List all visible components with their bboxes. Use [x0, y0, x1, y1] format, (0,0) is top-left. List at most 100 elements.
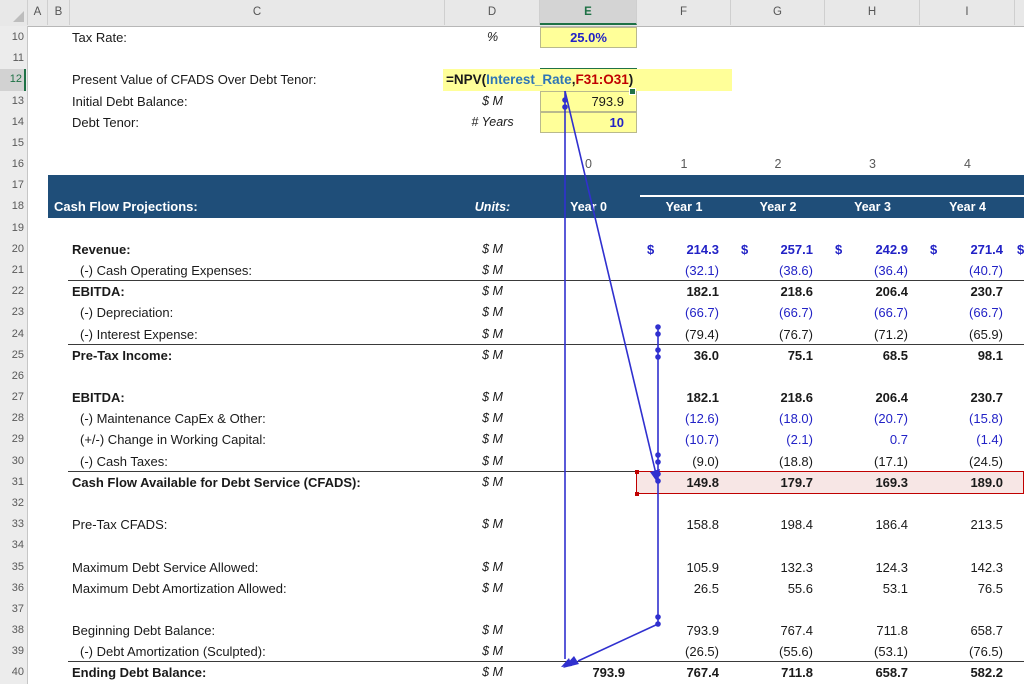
cell-unit[interactable]: # Years [445, 112, 540, 133]
cell-label[interactable]: Cash Flow Available for Debt Service (CF… [70, 472, 445, 493]
cell-label[interactable]: Pre-Tax Income: [70, 345, 445, 366]
cell-value-I27[interactable]: 230.7 [920, 387, 1015, 408]
row-header-15[interactable]: 15 [0, 133, 24, 154]
cell-label[interactable]: Pre-Tax CFADS: [70, 514, 445, 535]
cell-value-F24[interactable]: (79.4) [637, 324, 731, 345]
cell-unit[interactable]: $ M [445, 472, 540, 493]
cell-unit[interactable]: $ M [445, 239, 540, 260]
cell-value-F20[interactable]: $214.3 [637, 239, 731, 260]
cell-value-F30[interactable]: (9.0) [637, 451, 731, 472]
cell-unit[interactable]: $ M [445, 345, 540, 366]
cell-value-F28[interactable]: (12.6) [637, 408, 731, 429]
cell-value-F33[interactable]: 158.8 [637, 514, 731, 535]
cell-value-F23[interactable]: (66.7) [637, 302, 731, 323]
column-header-F[interactable]: F [637, 0, 731, 25]
row-header-19[interactable]: 19 [0, 218, 24, 239]
cell-value-H40[interactable]: 658.7 [825, 662, 920, 683]
year-number-cell[interactable]: 2 [731, 154, 825, 175]
cell-value-I22[interactable]: 230.7 [920, 281, 1015, 302]
cell-unit[interactable]: % [445, 27, 540, 48]
cell-value-G40[interactable]: 711.8 [731, 662, 825, 683]
column-header-I[interactable]: I [920, 0, 1015, 25]
select-all-corner[interactable] [0, 0, 28, 25]
row-header-34[interactable]: 34 [0, 535, 24, 556]
cell-value-F22[interactable]: 182.1 [637, 281, 731, 302]
cell-value-G21[interactable]: (38.6) [731, 260, 825, 281]
cell-unit[interactable]: $ M [445, 324, 540, 345]
cell-value-F29[interactable]: (10.7) [637, 429, 731, 450]
cell-label[interactable]: (-) Maintenance CapEx & Other: [70, 408, 445, 429]
cell-value-H29[interactable]: 0.7 [825, 429, 920, 450]
cell-label[interactable]: EBITDA: [70, 387, 445, 408]
column-header-A[interactable]: A [28, 0, 48, 25]
cell-value-F31[interactable]: 149.8 [637, 472, 731, 493]
cell-value-I38[interactable]: 658.7 [920, 620, 1015, 641]
units-header-cell[interactable]: Units: [445, 196, 540, 218]
cell-value-I31[interactable]: 189.0 [920, 472, 1015, 493]
cell-value-H35[interactable]: 124.3 [825, 557, 920, 578]
cell-value-F35[interactable]: 105.9 [637, 557, 731, 578]
year-header-0[interactable]: Year 0 [540, 196, 637, 218]
cell-value-F39[interactable]: (26.5) [637, 641, 731, 662]
cell-value-G22[interactable]: 218.6 [731, 281, 825, 302]
cell-unit[interactable]: $ M [445, 578, 540, 599]
cell-label[interactable]: Present Value of CFADS Over Debt Tenor: [70, 69, 445, 90]
cell-unit[interactable]: $ M [445, 557, 540, 578]
cell-value-F27[interactable]: 182.1 [637, 387, 731, 408]
cell-unit[interactable]: $ M [445, 260, 540, 281]
cell-label[interactable]: Debt Tenor: [70, 112, 445, 133]
cell-value-G29[interactable]: (2.1) [731, 429, 825, 450]
cell-value-E14[interactable]: 10 [540, 112, 637, 133]
row-header-26[interactable]: 26 [0, 366, 24, 387]
cell-label[interactable]: Revenue: [70, 239, 445, 260]
cell-unit[interactable]: $ M [445, 91, 540, 112]
cell-unit[interactable]: $ M [445, 281, 540, 302]
cell-value-G23[interactable]: (66.7) [731, 302, 825, 323]
row-header-32[interactable]: 32 [0, 493, 24, 514]
cell-value-I29[interactable]: (1.4) [920, 429, 1015, 450]
cell-value-H20[interactable]: $242.9 [825, 239, 920, 260]
cell-label[interactable]: (-) Debt Amortization (Sculpted): [70, 641, 445, 662]
cell-value-H23[interactable]: (66.7) [825, 302, 920, 323]
year-header-1[interactable]: Year 1 [637, 196, 731, 218]
cell-value-F38[interactable]: 793.9 [637, 620, 731, 641]
cell-value-F40[interactable]: 767.4 [637, 662, 731, 683]
cell-value-I21[interactable]: (40.7) [920, 260, 1015, 281]
cell-value-H22[interactable]: 206.4 [825, 281, 920, 302]
cell-value-E40[interactable]: 793.9 [540, 662, 637, 683]
cell-value-H27[interactable]: 206.4 [825, 387, 920, 408]
cell-value-I25[interactable]: 98.1 [920, 345, 1015, 366]
cell-unit[interactable]: $ M [445, 514, 540, 535]
cell-unit[interactable]: $ M [445, 451, 540, 472]
section-header-cell[interactable]: Cash Flow Projections: [54, 196, 198, 218]
cell-value-H24[interactable]: (71.2) [825, 324, 920, 345]
cell-value-I33[interactable]: 213.5 [920, 514, 1015, 535]
cell-unit[interactable]: $ M [445, 662, 540, 683]
cell-label[interactable]: (-) Cash Operating Expenses: [70, 260, 445, 281]
cell-value-H25[interactable]: 68.5 [825, 345, 920, 366]
cell-label[interactable]: Initial Debt Balance: [70, 91, 445, 112]
row-header-17[interactable]: 17 [0, 175, 24, 196]
year-header-3[interactable]: Year 3 [825, 196, 920, 218]
cell-value-G30[interactable]: (18.8) [731, 451, 825, 472]
cell-value-G33[interactable]: 198.4 [731, 514, 825, 535]
cell-value-G35[interactable]: 132.3 [731, 557, 825, 578]
formula-cell[interactable]: =NPV(Interest_Rate,F31:O31) [443, 69, 732, 91]
cell-value-G39[interactable]: (55.6) [731, 641, 825, 662]
cell-label[interactable]: (-) Interest Expense: [70, 324, 445, 345]
year-number-cell[interactable]: 3 [825, 154, 920, 175]
cell-label[interactable]: (-) Cash Taxes: [70, 451, 445, 472]
cell-value-F21[interactable]: (32.1) [637, 260, 731, 281]
cell-value-G24[interactable]: (76.7) [731, 324, 825, 345]
cell-unit[interactable]: $ M [445, 302, 540, 323]
cell-value-G28[interactable]: (18.0) [731, 408, 825, 429]
cell-value-E10[interactable]: 25.0% [540, 27, 637, 48]
column-header-D[interactable]: D [445, 0, 540, 25]
cell-unit[interactable]: $ M [445, 387, 540, 408]
cell-value-G25[interactable]: 75.1 [731, 345, 825, 366]
cell-value-H21[interactable]: (36.4) [825, 260, 920, 281]
cell-value-I30[interactable]: (24.5) [920, 451, 1015, 472]
cell-value-G38[interactable]: 767.4 [731, 620, 825, 641]
cell-value-I24[interactable]: (65.9) [920, 324, 1015, 345]
cell-value-H31[interactable]: 169.3 [825, 472, 920, 493]
